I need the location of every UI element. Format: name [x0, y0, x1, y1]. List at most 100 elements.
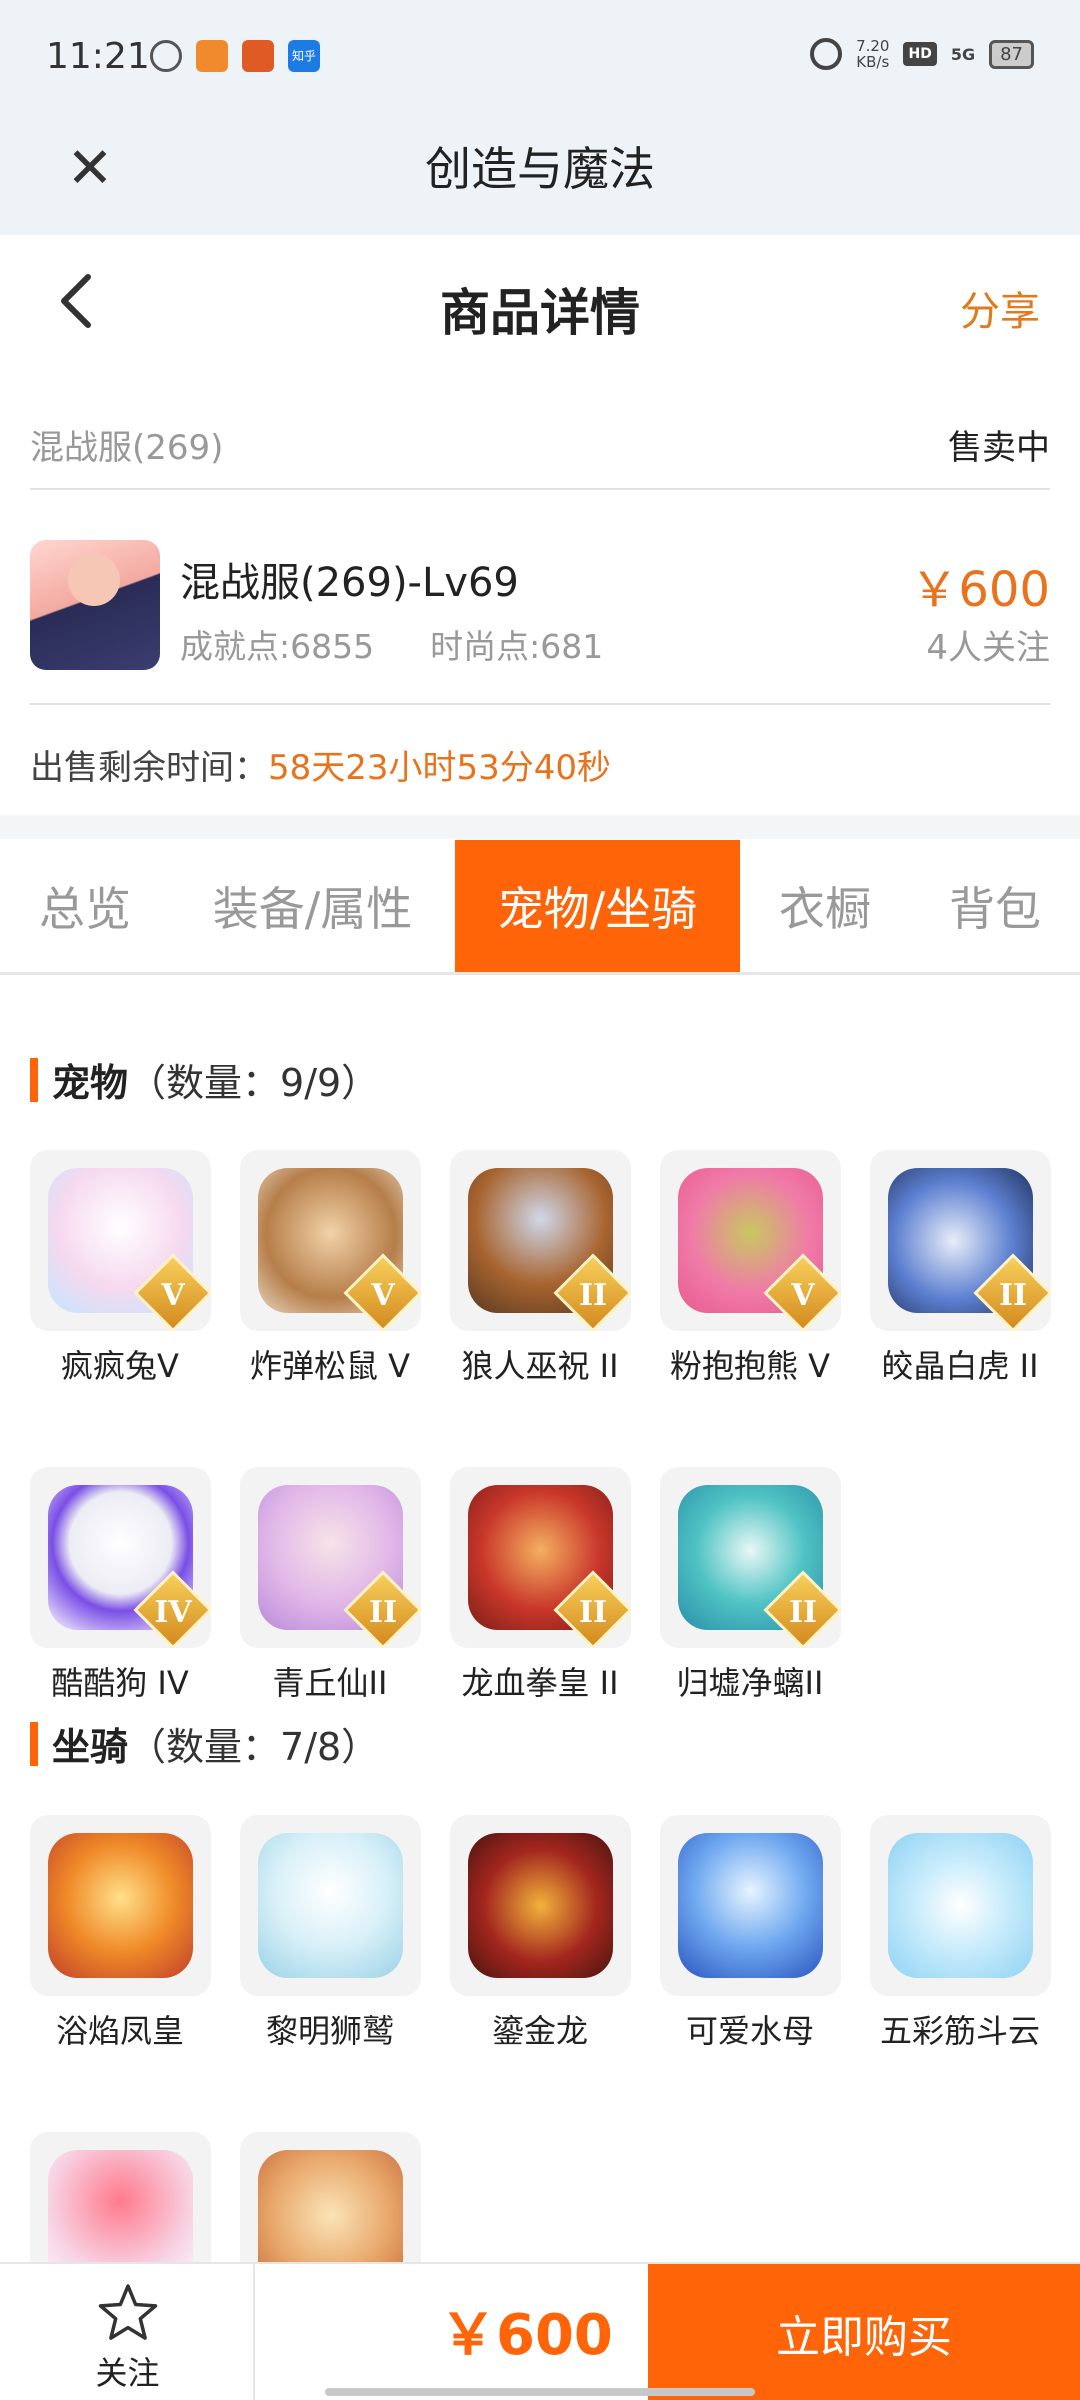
pet-item[interactable]: II 皎晶白虎 II [870, 1150, 1051, 1387]
game-app-icon [196, 40, 228, 72]
watcher-count: 4人关注 [926, 628, 1050, 668]
remaining-time: 出售剩余时间：58天23小时53分40秒 [30, 740, 611, 789]
pet-item[interactable]: V 粉抱抱熊 V [660, 1150, 841, 1387]
mount-item[interactable]: 五彩筋斗云 [870, 1815, 1051, 2052]
pet-thumbnail: II [240, 1467, 421, 1648]
pet-label: 炸弹松鼠 V [249, 1347, 411, 1385]
pet-label: 酷酷狗 IV [51, 1664, 189, 1702]
page-header: 商品详情 分享 [0, 235, 1080, 375]
jellyfish-mount-image [678, 1833, 823, 1978]
share-button[interactable]: 分享 [960, 279, 1040, 337]
page-title: 商品详情 [440, 284, 640, 342]
tab-backpack[interactable]: 背包 [910, 840, 1080, 972]
sale-status: 售卖中 [948, 428, 1050, 468]
fashion-points: 时尚点:681 [430, 627, 604, 666]
achievement-points: 成就点:6855 [180, 627, 375, 666]
mount-thumbnail [30, 1815, 211, 1996]
follow-label: 关注 [95, 2354, 160, 2392]
pet-item[interactable]: V 疯疯兔V [30, 1150, 211, 1387]
pet-label: 龙血拳皇 II [461, 1664, 619, 1702]
status-bar: 11:21 知乎 7.20 KB/s HD 5G 87 [0, 0, 1080, 115]
pet-item[interactable]: II 龙血拳皇 II [450, 1467, 631, 1704]
pet-thumbnail: II [450, 1467, 631, 1648]
bottom-action-bar: 关注 ￥600 立即购买 [0, 2262, 1080, 2400]
griffin-mount-image [258, 1833, 403, 1978]
cloud-mount-image [888, 1833, 1033, 1978]
hd-icon: HD [903, 42, 937, 66]
detail-tabs: 总览 装备/属性 宠物/坐骑 衣橱 背包 [0, 840, 1080, 975]
pet-label: 归墟净螭II [676, 1664, 824, 1702]
mount-item[interactable]: 可爱水母 [660, 1815, 841, 2052]
points-row: 成就点:6855 时尚点:681 [180, 620, 603, 668]
mount-thumbnail [660, 1815, 841, 1996]
mounts-section-title: 坐骑 （数量：7/8） [30, 1716, 379, 1771]
follow-button[interactable]: 关注 [0, 2264, 255, 2400]
tab-pets-mounts[interactable]: 宠物/坐骑 [455, 840, 740, 972]
mount-label: 可爱水母 [685, 2012, 814, 2050]
pet-thumbnail: II [450, 1150, 631, 1331]
pet-item[interactable]: II 狼人巫祝 II [450, 1150, 631, 1387]
pets-count: （数量：9/9） [128, 1061, 380, 1105]
webview-header: ✕ 创造与魔法 [0, 115, 1080, 235]
pet-label: 皎晶白虎 II [881, 1347, 1039, 1385]
tab-wardrobe[interactable]: 衣橱 [740, 840, 910, 972]
pet-item[interactable]: II 归墟净螭II [660, 1467, 841, 1704]
pet-thumbnail: V [30, 1150, 211, 1331]
pet-item[interactable]: II 青丘仙II [240, 1467, 421, 1704]
status-indicators: 7.20 KB/s HD 5G 87 [810, 38, 1034, 70]
signal-icon: 5G [950, 44, 976, 64]
pet-thumbnail: IV [30, 1467, 211, 1648]
server-row: 混战服(269) 售卖中 [30, 410, 1050, 490]
mount-thumbnail [870, 1815, 1051, 1996]
cloud-app-icon [150, 40, 182, 72]
product-price: ￥600 [910, 562, 1050, 618]
game-app-icon [242, 40, 274, 72]
mount-thumbnail [450, 1815, 631, 1996]
alarm-icon [810, 38, 843, 70]
product-summary: 混战服(269)-Lv69 成就点:6855 时尚点:681 ￥600 4人关注 [30, 505, 1050, 705]
pet-label: 青丘仙II [272, 1664, 388, 1702]
buy-now-button[interactable]: 立即购买 [648, 2264, 1080, 2400]
star-icon [98, 2284, 158, 2340]
mount-item[interactable]: 黎明狮鹫 [240, 1815, 421, 2052]
pet-thumbnail: II [660, 1467, 841, 1648]
section-accent-bar [30, 1721, 38, 1766]
pet-thumbnail: V [660, 1150, 841, 1331]
pet-item[interactable]: IV 酷酷狗 IV [30, 1467, 211, 1704]
character-avatar [30, 540, 160, 670]
mount-item[interactable]: 鎏金龙 [450, 1815, 631, 2052]
pet-item[interactable]: V 炸弹松鼠 V [240, 1150, 421, 1387]
pets-section-title: 宠物 （数量：9/9） [30, 1052, 379, 1107]
product-title: 混战服(269)-Lv69 [180, 560, 519, 606]
mounts-count: （数量：7/8） [128, 1725, 380, 1769]
mount-thumbnail [240, 1815, 421, 1996]
status-time: 11:21 [46, 36, 150, 77]
pet-label: 粉抱抱熊 V [669, 1347, 831, 1385]
pets-grid: V 疯疯兔V V 炸弹松鼠 V II 狼人巫祝 II V 粉抱抱熊 V II 皎… [30, 1150, 1060, 1704]
pet-label: 狼人巫祝 II [461, 1347, 619, 1385]
pet-thumbnail: II [870, 1150, 1051, 1331]
remaining-time-value: 58天23小时53分40秒 [268, 748, 612, 788]
mount-label: 浴焰凤皇 [55, 2012, 184, 2050]
phoenix-mount-image [48, 1833, 193, 1978]
section-accent-bar [30, 1057, 38, 1102]
pet-thumbnail: V [240, 1150, 421, 1331]
section-divider [0, 815, 1080, 839]
tab-equipment[interactable]: 装备/属性 [170, 840, 455, 972]
golden-dragon-mount-image [468, 1833, 613, 1978]
mount-label: 五彩筋斗云 [879, 2012, 1040, 2050]
zhihu-app-icon: 知乎 [288, 40, 320, 72]
battery-icon: 87 [989, 39, 1034, 69]
remaining-time-label: 出售剩余时间： [30, 748, 268, 788]
mount-item[interactable]: 浴焰凤皇 [30, 1815, 211, 2052]
tab-overview[interactable]: 总览 [0, 840, 170, 972]
mount-label: 鎏金龙 [491, 2012, 588, 2050]
server-name: 混战服(269) [30, 428, 224, 468]
net-speed: 7.20 KB/s [856, 37, 890, 71]
webview-title: 创造与魔法 [425, 142, 655, 196]
pet-label: 疯疯兔V [61, 1347, 179, 1385]
notification-icons: 知乎 [150, 40, 320, 72]
bottom-price: ￥600 [440, 2303, 613, 2368]
home-indicator[interactable] [325, 2388, 755, 2396]
mount-label: 黎明狮鹫 [265, 2012, 394, 2050]
